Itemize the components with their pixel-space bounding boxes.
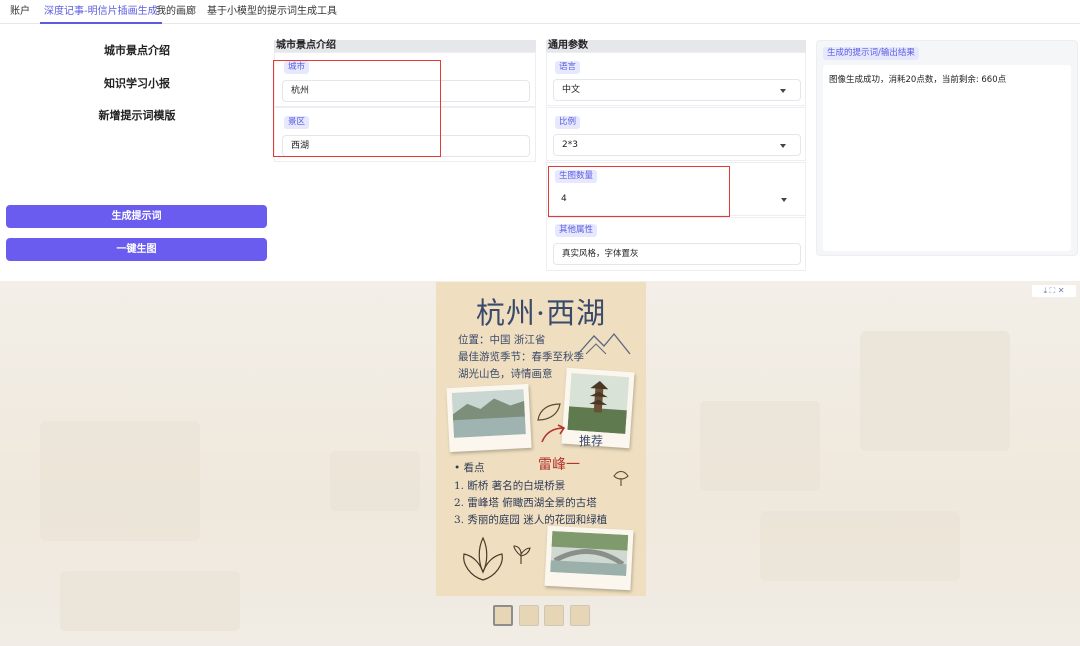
arrow-icon <box>541 424 566 443</box>
flower-icon <box>613 470 629 486</box>
sprout-icon <box>513 545 531 564</box>
scenic-field-box: 景区 西湖 <box>274 107 536 162</box>
poster-section-heading: • 看点 <box>454 462 485 474</box>
poster-location: 位置：中国 浙江省 <box>458 334 546 346</box>
language-value: 中文 <box>562 85 581 95</box>
pagoda-picture <box>567 373 630 434</box>
other-input[interactable]: 真实风格，字体置灰 <box>553 243 801 265</box>
sidebar-item-city-intro[interactable]: 城市景点介绍 <box>6 38 268 64</box>
tab-prompt-tool[interactable]: 基于小模型的提示词生成工具 <box>203 0 341 24</box>
chevron-down-icon <box>781 198 787 202</box>
tab-my-gallery[interactable]: 我的画廊 <box>152 0 200 24</box>
sidebar-item-new-template[interactable]: 新增提示词模版 <box>6 103 268 129</box>
city-panel-title: 城市景点介绍 <box>274 40 536 52</box>
sidebar-item-knowledge-paper[interactable]: 知识学习小报 <box>6 71 268 97</box>
leaf-icon <box>537 403 561 421</box>
bridge-picture <box>550 531 629 576</box>
blurred-photo <box>60 571 240 631</box>
tab-account[interactable]: 账户 <box>6 0 34 24</box>
params-panel-title: 通用参数 <box>546 40 806 52</box>
blurred-photo <box>760 511 960 581</box>
poster-recommend: 推荐 <box>579 434 604 448</box>
poster-list-item: 1. 断桥 著名的白堤桥景 <box>454 480 566 492</box>
poster-title: 杭州·西湖 <box>475 296 607 330</box>
poster-leifeng: 雷峰一 <box>538 457 580 473</box>
poster-season: 最佳游览季节：春季至秋季 <box>458 351 584 363</box>
other-field-box: 其他属性 真实风格，字体置灰 <box>546 217 806 271</box>
poster-list-item: 3. 秀丽的庭园 迷人的花园和绿植 <box>454 514 608 526</box>
chevron-down-icon <box>780 89 786 93</box>
blurred-photo <box>860 331 1010 451</box>
blurred-photo <box>40 421 200 541</box>
thumbnail-4[interactable] <box>570 605 590 626</box>
photo-bridge <box>544 525 634 591</box>
lotus-icon <box>463 536 503 581</box>
generated-poster-image[interactable]: 杭州·西湖 位置：中国 浙江省 最佳游览季节：春季至秋季 湖光山色，诗情画意 推… <box>436 282 646 596</box>
top-tab-bar: 账户 深度记事-明信片插画生成 我的画廊 基于小模型的提示词生成工具 <box>0 0 1080 24</box>
result-output[interactable]: 图像生成成功，消耗20点数，当前剩余: 660点 <box>823 65 1071 251</box>
result-panel: 生成的提示词/输出结果 图像生成成功，消耗20点数，当前剩余: 660点 <box>816 40 1078 256</box>
generate-prompt-button[interactable]: 生成提示词 <box>6 205 267 228</box>
photo-west-lake <box>446 383 532 453</box>
other-label: 其他属性 <box>555 224 598 237</box>
city-input[interactable]: 杭州 <box>282 80 530 102</box>
count-field-box: 生图数量 4 <box>546 162 806 216</box>
blurred-photo <box>330 451 420 511</box>
result-label: 生成的提示词/输出结果 <box>823 47 919 60</box>
scenic-label: 景区 <box>284 116 310 129</box>
gallery-tool-icons[interactable]: ⤓ ⛶ ✕ <box>1032 285 1076 297</box>
ratio-value: 2*3 <box>562 140 578 150</box>
scenic-input[interactable]: 西湖 <box>282 135 530 157</box>
ratio-field-box: 比例 2*3 <box>546 107 806 161</box>
count-select[interactable]: 4 <box>553 189 801 211</box>
ratio-label: 比例 <box>555 116 581 129</box>
ratio-select[interactable]: 2*3 <box>553 134 801 156</box>
poster-list-item: 2. 雷峰塔 俯瞰西湖全景的古塔 <box>454 497 597 509</box>
thumbnail-2[interactable] <box>519 605 539 626</box>
mountain-icon <box>577 332 631 355</box>
lake-picture <box>451 389 526 438</box>
language-field-box: 语言 中文 <box>546 52 806 106</box>
city-field-box: 城市 杭州 <box>274 52 536 107</box>
language-label: 语言 <box>555 61 581 74</box>
count-value: 4 <box>561 194 567 204</box>
tab-postcard-generator[interactable]: 深度记事-明信片插画生成 <box>40 0 162 24</box>
city-label: 城市 <box>284 61 310 74</box>
thumbnail-1[interactable] <box>493 605 513 626</box>
thumbnail-3[interactable] <box>544 605 564 626</box>
count-label: 生图数量 <box>555 170 598 183</box>
poster-tagline: 湖光山色，诗情画意 <box>458 368 553 380</box>
chevron-down-icon <box>780 144 786 148</box>
blurred-photo <box>700 401 820 491</box>
generate-image-button[interactable]: 一键生图 <box>6 238 267 261</box>
language-select[interactable]: 中文 <box>553 79 801 101</box>
